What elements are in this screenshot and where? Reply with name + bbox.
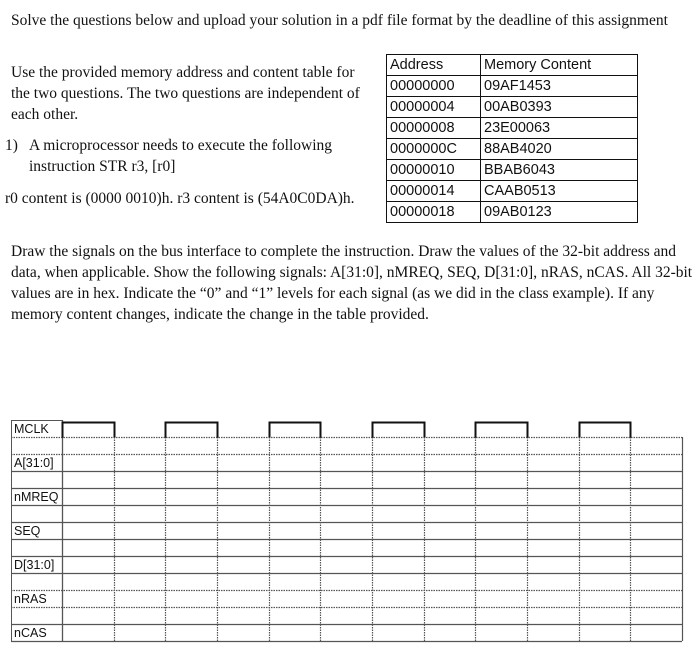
signal-label-mclk: MCLK bbox=[14, 422, 49, 436]
mclk-high-pulse bbox=[164, 421, 219, 438]
mclk-high-pulse bbox=[61, 421, 116, 438]
signal-label-a310: A[31:0] bbox=[14, 456, 54, 470]
signal-label-d310: D[31:0] bbox=[14, 558, 54, 572]
signal-label-ncas: nCAS bbox=[14, 626, 47, 640]
signal-label-nmreq: nMREQ bbox=[14, 490, 59, 504]
mclk-high-pulse bbox=[371, 421, 426, 438]
mclk-high-pulse bbox=[474, 421, 529, 438]
signal-label-seq: SEQ bbox=[14, 524, 41, 538]
signal-label-nras: nRAS bbox=[14, 592, 47, 606]
mclk-high-pulse bbox=[268, 421, 322, 438]
timing-diagram: MCLK A[31:0] nMREQ SEQ D[31:0] nRAS nCAS bbox=[11, 420, 684, 643]
mclk-high-pulse bbox=[578, 421, 632, 438]
